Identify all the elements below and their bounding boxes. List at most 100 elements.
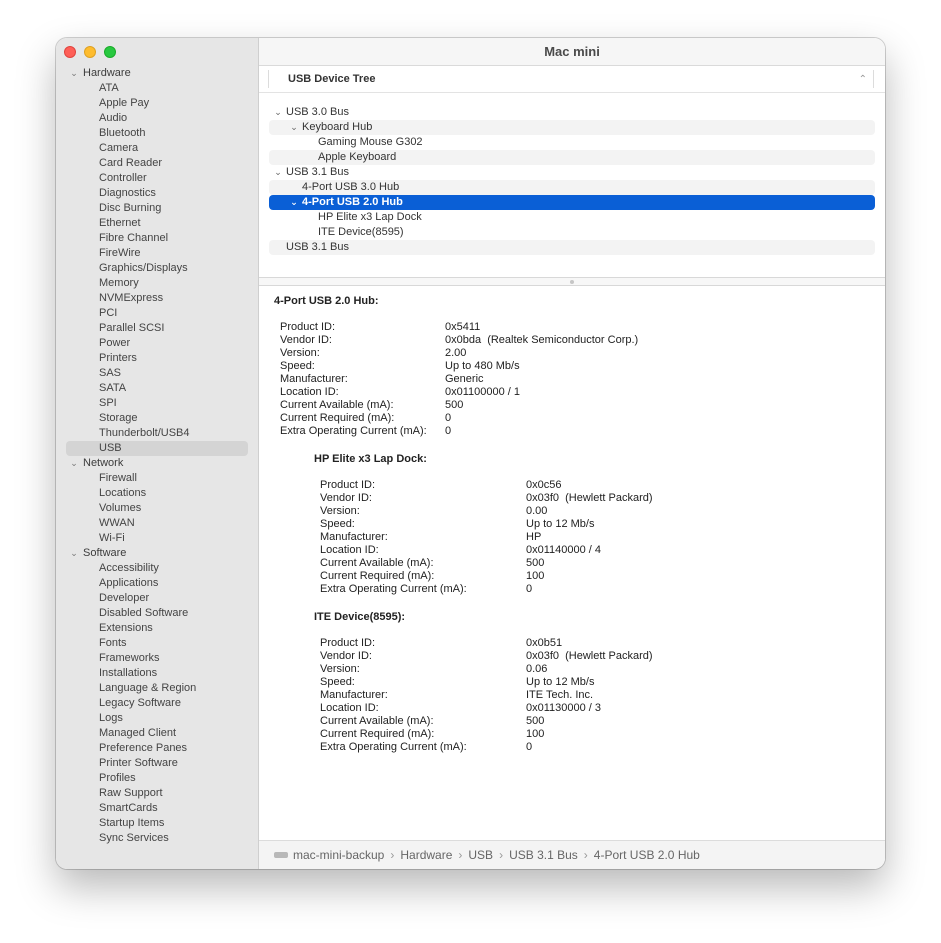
window-controls [64,46,116,58]
sidebar-item-printer-software[interactable]: Printer Software [66,756,248,771]
property-value: 0.06 [526,663,548,675]
sidebar-item-frameworks[interactable]: Frameworks [66,651,248,666]
sidebar-item-ethernet[interactable]: Ethernet [66,216,248,231]
sidebar-item-printers[interactable]: Printers [66,351,248,366]
sidebar-item-fonts[interactable]: Fonts [66,636,248,651]
sidebar-item-power[interactable]: Power [66,336,248,351]
tree-row[interactable]: 4-Port USB 3.0 Hub [269,180,875,195]
minimize-button[interactable] [84,46,96,58]
tree-row[interactable]: ITE Device(8595) [269,225,875,240]
sidebar-item-disabled-software[interactable]: Disabled Software [66,606,248,621]
property-row: Extra Operating Current (mA): 0 [320,583,875,596]
breadcrumb-item[interactable]: USB [468,848,493,862]
tree-row-label: HP Elite x3 Lap Dock [318,211,422,223]
breadcrumb-separator-icon: › [390,848,395,862]
property-label: Product ID: [280,321,336,333]
tree-row[interactable]: Gaming Mouse G302 [269,135,875,150]
divider-grip-icon[interactable] [570,280,574,284]
sidebar-item-managed-client[interactable]: Managed Client [66,726,248,741]
chevron-down-icon[interactable]: ⌄ [69,546,79,561]
sidebar-item-spi[interactable]: SPI [66,396,248,411]
property-label: Version: [320,663,360,675]
breadcrumb-item[interactable]: USB 3.1 Bus [509,848,578,862]
tree-row[interactable]: USB 3.1 Bus [269,240,875,255]
tree-row-label: USB 3.0 Bus [286,106,349,118]
sidebar-group-hardware[interactable]: ⌄ Hardware [66,66,248,81]
property-row: Location ID: 0x01100000 / 1 [280,386,875,399]
breadcrumb-item[interactable]: Hardware [400,848,452,862]
tree-row[interactable]: ⌄ 4-Port USB 2.0 Hub [269,195,875,210]
sidebar-item-apple-pay[interactable]: Apple Pay [66,96,248,111]
property-label: Manufacturer: [320,689,388,701]
sidebar-item-smartcards[interactable]: SmartCards [66,801,248,816]
sidebar-item-wwan[interactable]: WWAN [66,516,248,531]
sidebar-item-usb[interactable]: USB [66,441,248,456]
property-value: 0x5411 [445,321,481,333]
sidebar-item-audio[interactable]: Audio [66,111,248,126]
sidebar-item-developer[interactable]: Developer [66,591,248,606]
sidebar-nav: ⌄ Hardware ATA Apple Pay Audio Bluetooth Camer… [66,66,248,846]
sidebar-item-pci[interactable]: PCI [66,306,248,321]
tree-row[interactable]: ⌄ Keyboard Hub [269,120,875,135]
chevron-down-icon[interactable]: ⌄ [273,165,283,180]
chevron-down-icon[interactable]: ⌄ [69,456,79,471]
zoom-button[interactable] [104,46,116,58]
sidebar-item-legacy-software[interactable]: Legacy Software [66,696,248,711]
property-value: 0x01140000 / 4 [526,544,602,556]
sidebar-item-graphics-displays[interactable]: Graphics/Displays [66,261,248,276]
sidebar-item-controller[interactable]: Controller [66,171,248,186]
sidebar-item-language-region[interactable]: Language & Region [66,681,248,696]
sidebar-item-applications[interactable]: Applications [66,576,248,591]
sidebar-item-storage[interactable]: Storage [66,411,248,426]
chevron-down-icon[interactable]: ⌄ [273,105,283,120]
sidebar-item-memory[interactable]: Memory [66,276,248,291]
sidebar-item-raw-support[interactable]: Raw Support [66,786,248,801]
sidebar-group-software[interactable]: ⌄ Software [66,546,248,561]
sidebar-item-sas[interactable]: SAS [66,366,248,381]
window-title: Mac mini [259,38,885,66]
tree-row[interactable]: HP Elite x3 Lap Dock [269,210,875,225]
chevron-up-icon[interactable]: ⌃ [859,66,867,93]
property-row: Extra Operating Current (mA): 0 [320,741,875,754]
sidebar-item-sata[interactable]: SATA [66,381,248,396]
sidebar-item-disc-burning[interactable]: Disc Burning [66,201,248,216]
sidebar-item-diagnostics[interactable]: Diagnostics [66,186,248,201]
sidebar-item-camera[interactable]: Camera [66,141,248,156]
sidebar-item-profiles[interactable]: Profiles [66,771,248,786]
sidebar-item-wi-fi[interactable]: Wi-Fi [66,531,248,546]
sidebar-item-accessibility[interactable]: Accessibility [66,561,248,576]
close-button[interactable] [64,46,76,58]
breadcrumb-item[interactable]: 4-Port USB 2.0 Hub [594,848,700,862]
sidebar-item-firewire[interactable]: FireWire [66,246,248,261]
split-view-divider[interactable] [259,277,885,286]
tree-row[interactable]: ⌄ USB 3.0 Bus [269,105,875,120]
sidebar-item-startup-items[interactable]: Startup Items [66,816,248,831]
breadcrumb-item[interactable]: mac-mini-backup [293,848,384,862]
sidebar-item-locations[interactable]: Locations [66,486,248,501]
sidebar-item-card-reader[interactable]: Card Reader [66,156,248,171]
chevron-down-icon[interactable]: ⌄ [69,66,79,81]
sidebar-item-thunderbolt-usb4[interactable]: Thunderbolt/USB4 [66,426,248,441]
sidebar-item-volumes[interactable]: Volumes [66,501,248,516]
sidebar-item-installations[interactable]: Installations [66,666,248,681]
sidebar-group-network[interactable]: ⌄ Network [66,456,248,471]
sidebar-item-bluetooth[interactable]: Bluetooth [66,126,248,141]
chevron-down-icon[interactable]: ⌄ [289,195,299,210]
sidebar-item-ata[interactable]: ATA [66,81,248,96]
sidebar-item-preference-panes[interactable]: Preference Panes [66,741,248,756]
sidebar-item-parallel-scsi[interactable]: Parallel SCSI [66,321,248,336]
sidebar-item-extensions[interactable]: Extensions [66,621,248,636]
property-value: 0 [526,583,533,595]
sidebar-item-sync-services[interactable]: Sync Services [66,831,248,846]
property-value: Up to 12 Mb/s [526,676,595,688]
property-row: Current Required (mA): 100 [320,728,875,741]
sidebar-item-logs[interactable]: Logs [66,711,248,726]
sidebar-item-fibre-channel[interactable]: Fibre Channel [66,231,248,246]
sidebar-item-nvmexpress[interactable]: NVMExpress [66,291,248,306]
tree-row[interactable]: ⌄ USB 3.1 Bus [269,165,875,180]
sidebar-item-firewall[interactable]: Firewall [66,471,248,486]
chevron-down-icon[interactable]: ⌄ [289,120,299,135]
tree-row[interactable]: Apple Keyboard [269,150,875,165]
property-row: Current Available (mA): 500 [280,399,875,412]
device-tree-header[interactable]: USB Device Tree ⌃ [259,66,885,93]
